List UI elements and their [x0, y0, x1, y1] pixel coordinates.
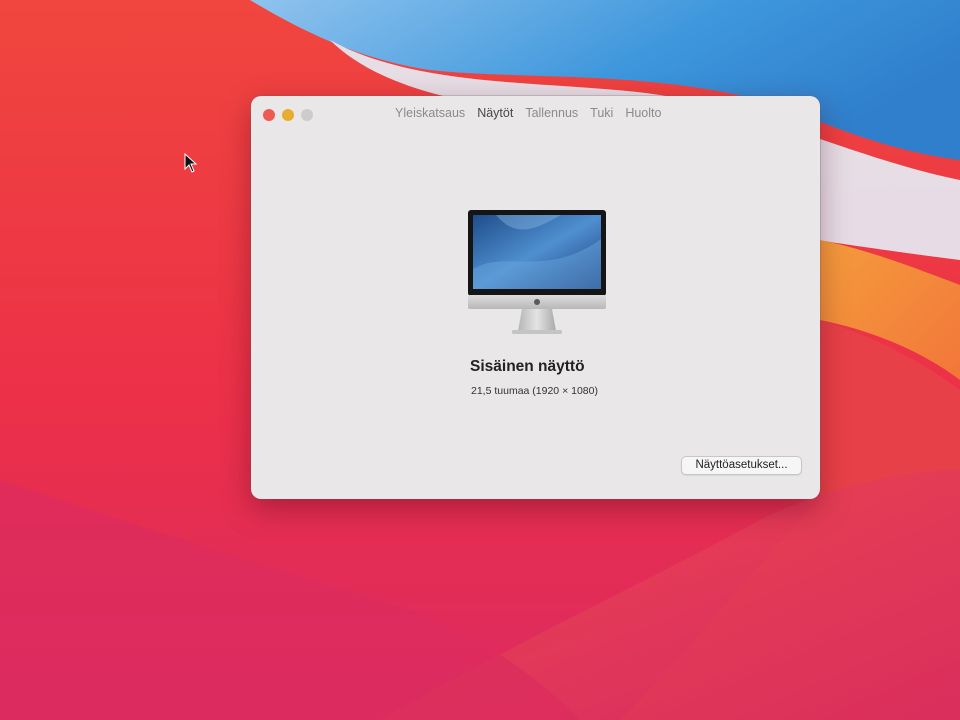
tab-storage[interactable]: Tallennus: [519, 105, 584, 121]
desktop: Yleiskatsaus Näytöt Tallennus Tuki Huolt…: [0, 0, 960, 720]
display-name: Sisäinen näyttö: [470, 358, 585, 375]
about-this-mac-window: Yleiskatsaus Näytöt Tallennus Tuki Huolt…: [251, 96, 820, 499]
imac-icon: [468, 210, 606, 334]
zoom-button[interactable]: [301, 109, 313, 121]
tab-displays[interactable]: Näytöt: [471, 105, 519, 121]
window-titlebar[interactable]: Yleiskatsaus Näytöt Tallennus Tuki Huolt…: [251, 96, 820, 130]
tab-support[interactable]: Tuki: [584, 105, 619, 121]
tab-overview[interactable]: Yleiskatsaus: [389, 105, 471, 121]
display-settings-button[interactable]: Näyttöasetukset...: [681, 456, 802, 475]
tab-service[interactable]: Huolto: [619, 105, 667, 121]
minimize-button[interactable]: [282, 109, 294, 121]
display-spec: 21,5 tuumaa (1920 × 1080): [471, 385, 598, 397]
mouse-pointer-icon: [184, 153, 198, 173]
close-button[interactable]: [263, 109, 275, 121]
tab-bar: Yleiskatsaus Näytöt Tallennus Tuki Huolt…: [389, 105, 667, 121]
